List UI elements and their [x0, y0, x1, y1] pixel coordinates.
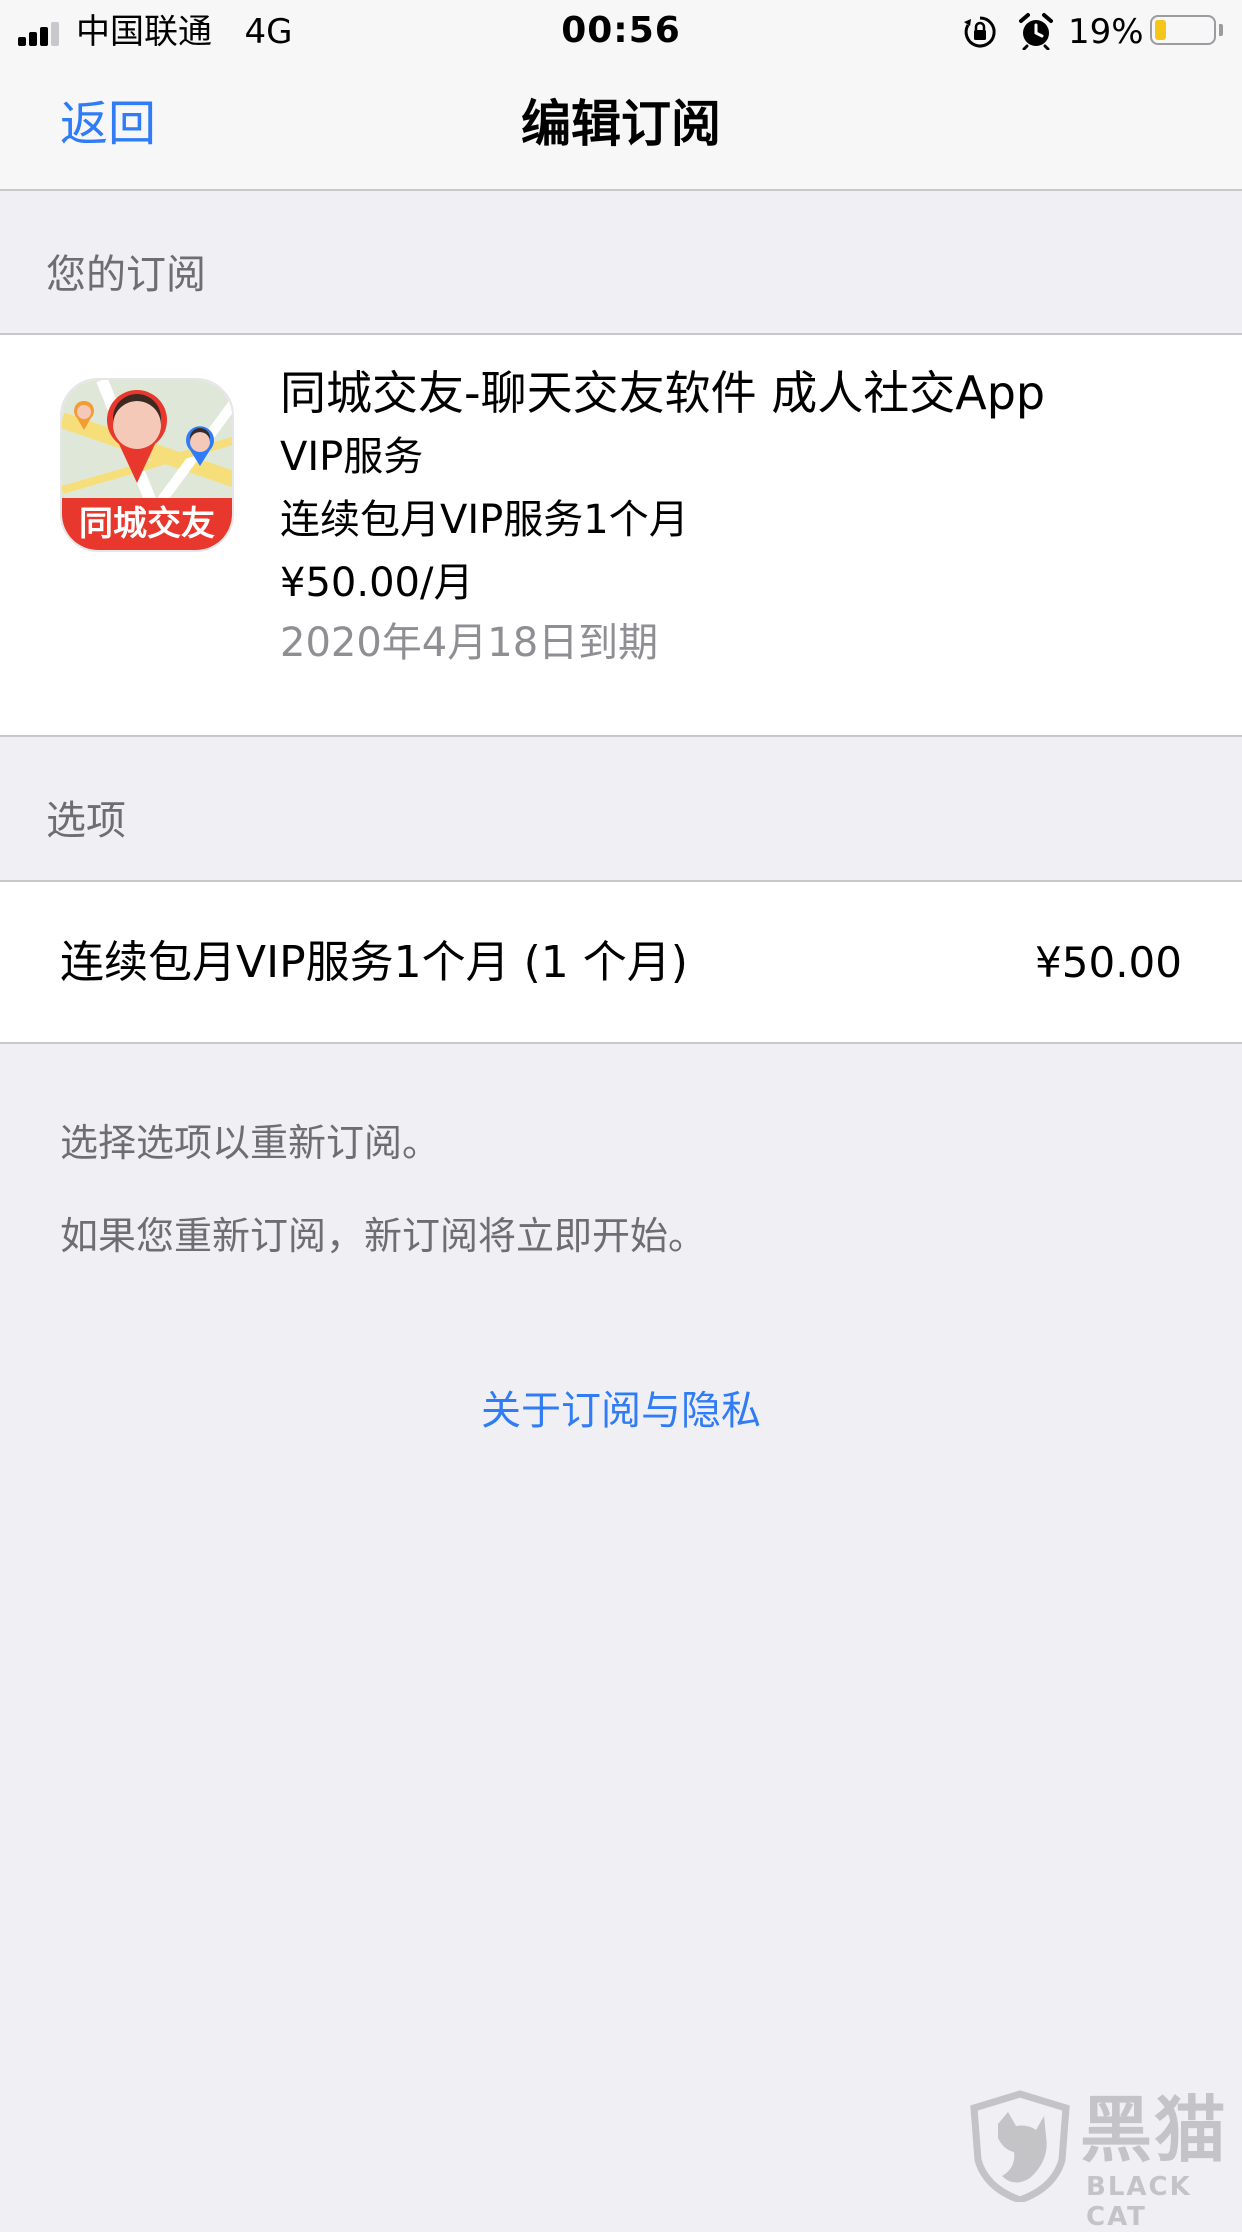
- rotation-lock-icon: [964, 16, 996, 48]
- alarm-icon: [1019, 13, 1053, 50]
- status-time: 00:56: [561, 10, 681, 51]
- status-bar: 中国联通 4G 00:56 19%: [0, 0, 1242, 62]
- expiry-date: 2020年4月18日到期: [280, 620, 659, 666]
- watermark-english: BLACK CAT: [1086, 2172, 1192, 2232]
- section-header-options: 选项: [46, 798, 126, 844]
- battery-icon: [1150, 15, 1216, 45]
- cat-shield-icon: [970, 2090, 1070, 2202]
- note-resubscribe: 选择选项以重新订阅。: [60, 1121, 441, 1165]
- subscription-privacy-link[interactable]: 关于订阅与隐私: [0, 1384, 1242, 1438]
- plan-price: ¥50.00/月: [280, 560, 474, 606]
- watermark-chinese: 黑猫: [1080, 2088, 1229, 2172]
- battery-percent: 19%: [1068, 12, 1144, 52]
- service-name: VIP服务: [280, 434, 424, 480]
- app-icon: 同城交友: [60, 378, 234, 552]
- app-icon-label: 同城交友: [62, 498, 232, 550]
- navigation-bar: 返回 编辑订阅: [0, 62, 1242, 191]
- section-header-subscription: 您的订阅: [46, 252, 206, 298]
- note-start-immediately: 如果您重新订阅，新订阅将立即开始。: [60, 1214, 707, 1258]
- page-title: 编辑订阅: [521, 95, 721, 153]
- option-name: 连续包月VIP服务1个月 (1 个月): [60, 937, 688, 988]
- app-name: 同城交友-聊天交友软件 成人社交App: [280, 366, 1046, 420]
- black-cat-watermark: 黑猫 BLACK CAT: [968, 2088, 1242, 2232]
- battery-level: [1155, 20, 1166, 40]
- subscription-card: 同城交友 同城交友-聊天交友软件 成人社交App VIP服务 连续包月VIP服务…: [0, 333, 1242, 737]
- option-price: ¥50.00: [1035, 938, 1182, 987]
- subscription-option-row[interactable]: 连续包月VIP服务1个月 (1 个月) ¥50.00: [0, 880, 1242, 1044]
- plan-name: 连续包月VIP服务1个月: [280, 497, 689, 543]
- battery-cap: [1219, 24, 1223, 36]
